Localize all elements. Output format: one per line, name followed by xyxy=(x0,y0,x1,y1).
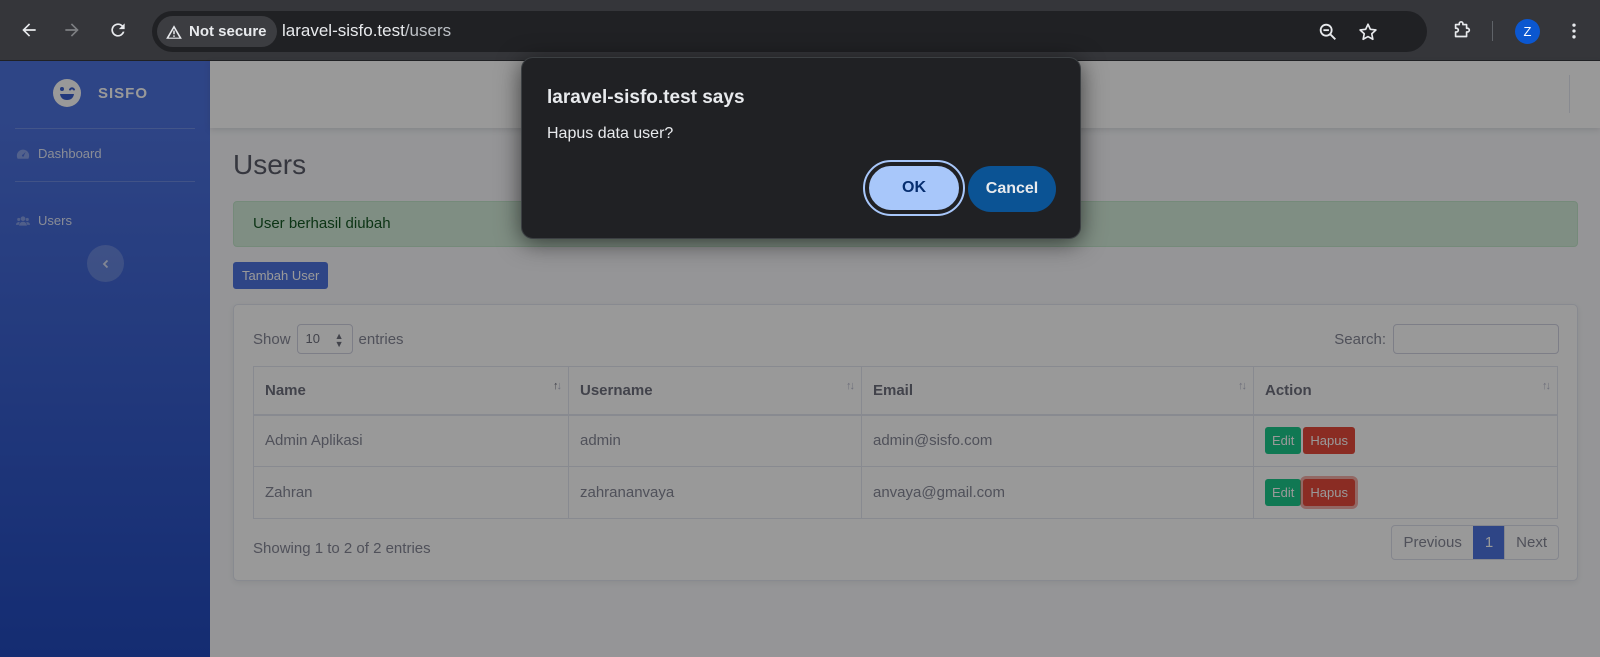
browser-toolbar: Not secure laravel-sisfo.test/users Z xyxy=(0,0,1600,61)
menu-button[interactable] xyxy=(1561,18,1587,44)
forward-button[interactable] xyxy=(56,14,88,46)
back-button[interactable] xyxy=(13,14,45,46)
warning-icon xyxy=(166,24,182,39)
zoom-button[interactable] xyxy=(1316,20,1340,44)
cancel-button[interactable]: Cancel xyxy=(968,166,1056,212)
dialog-message: Hapus data user? xyxy=(547,125,674,142)
dialog-title: laravel-sisfo.test says xyxy=(547,87,745,108)
extensions-button[interactable] xyxy=(1449,18,1475,44)
security-chip[interactable]: Not secure xyxy=(157,16,277,47)
url-text: laravel-sisfo.test/users xyxy=(282,21,451,41)
arrow-left-icon xyxy=(22,23,36,37)
security-label: Not secure xyxy=(189,23,267,40)
arrow-right-icon xyxy=(65,23,79,37)
confirm-dialog: laravel-sisfo.test says Hapus data user?… xyxy=(521,57,1081,239)
url-host: laravel-sisfo.test xyxy=(282,21,405,40)
address-bar[interactable]: Not secure laravel-sisfo.test/users xyxy=(152,11,1427,52)
url-path: /users xyxy=(404,21,452,40)
kebab-menu-icon xyxy=(1572,23,1576,39)
star-icon xyxy=(1359,23,1377,41)
ok-button[interactable]: OK xyxy=(863,160,965,216)
toolbar-separator xyxy=(1492,21,1493,41)
reload-button[interactable] xyxy=(102,14,134,46)
bookmark-button[interactable] xyxy=(1356,20,1380,44)
zoom-out-icon xyxy=(1319,23,1336,40)
puzzle-icon xyxy=(1454,21,1471,38)
reload-icon xyxy=(111,23,125,37)
profile-avatar[interactable]: Z xyxy=(1515,19,1540,44)
